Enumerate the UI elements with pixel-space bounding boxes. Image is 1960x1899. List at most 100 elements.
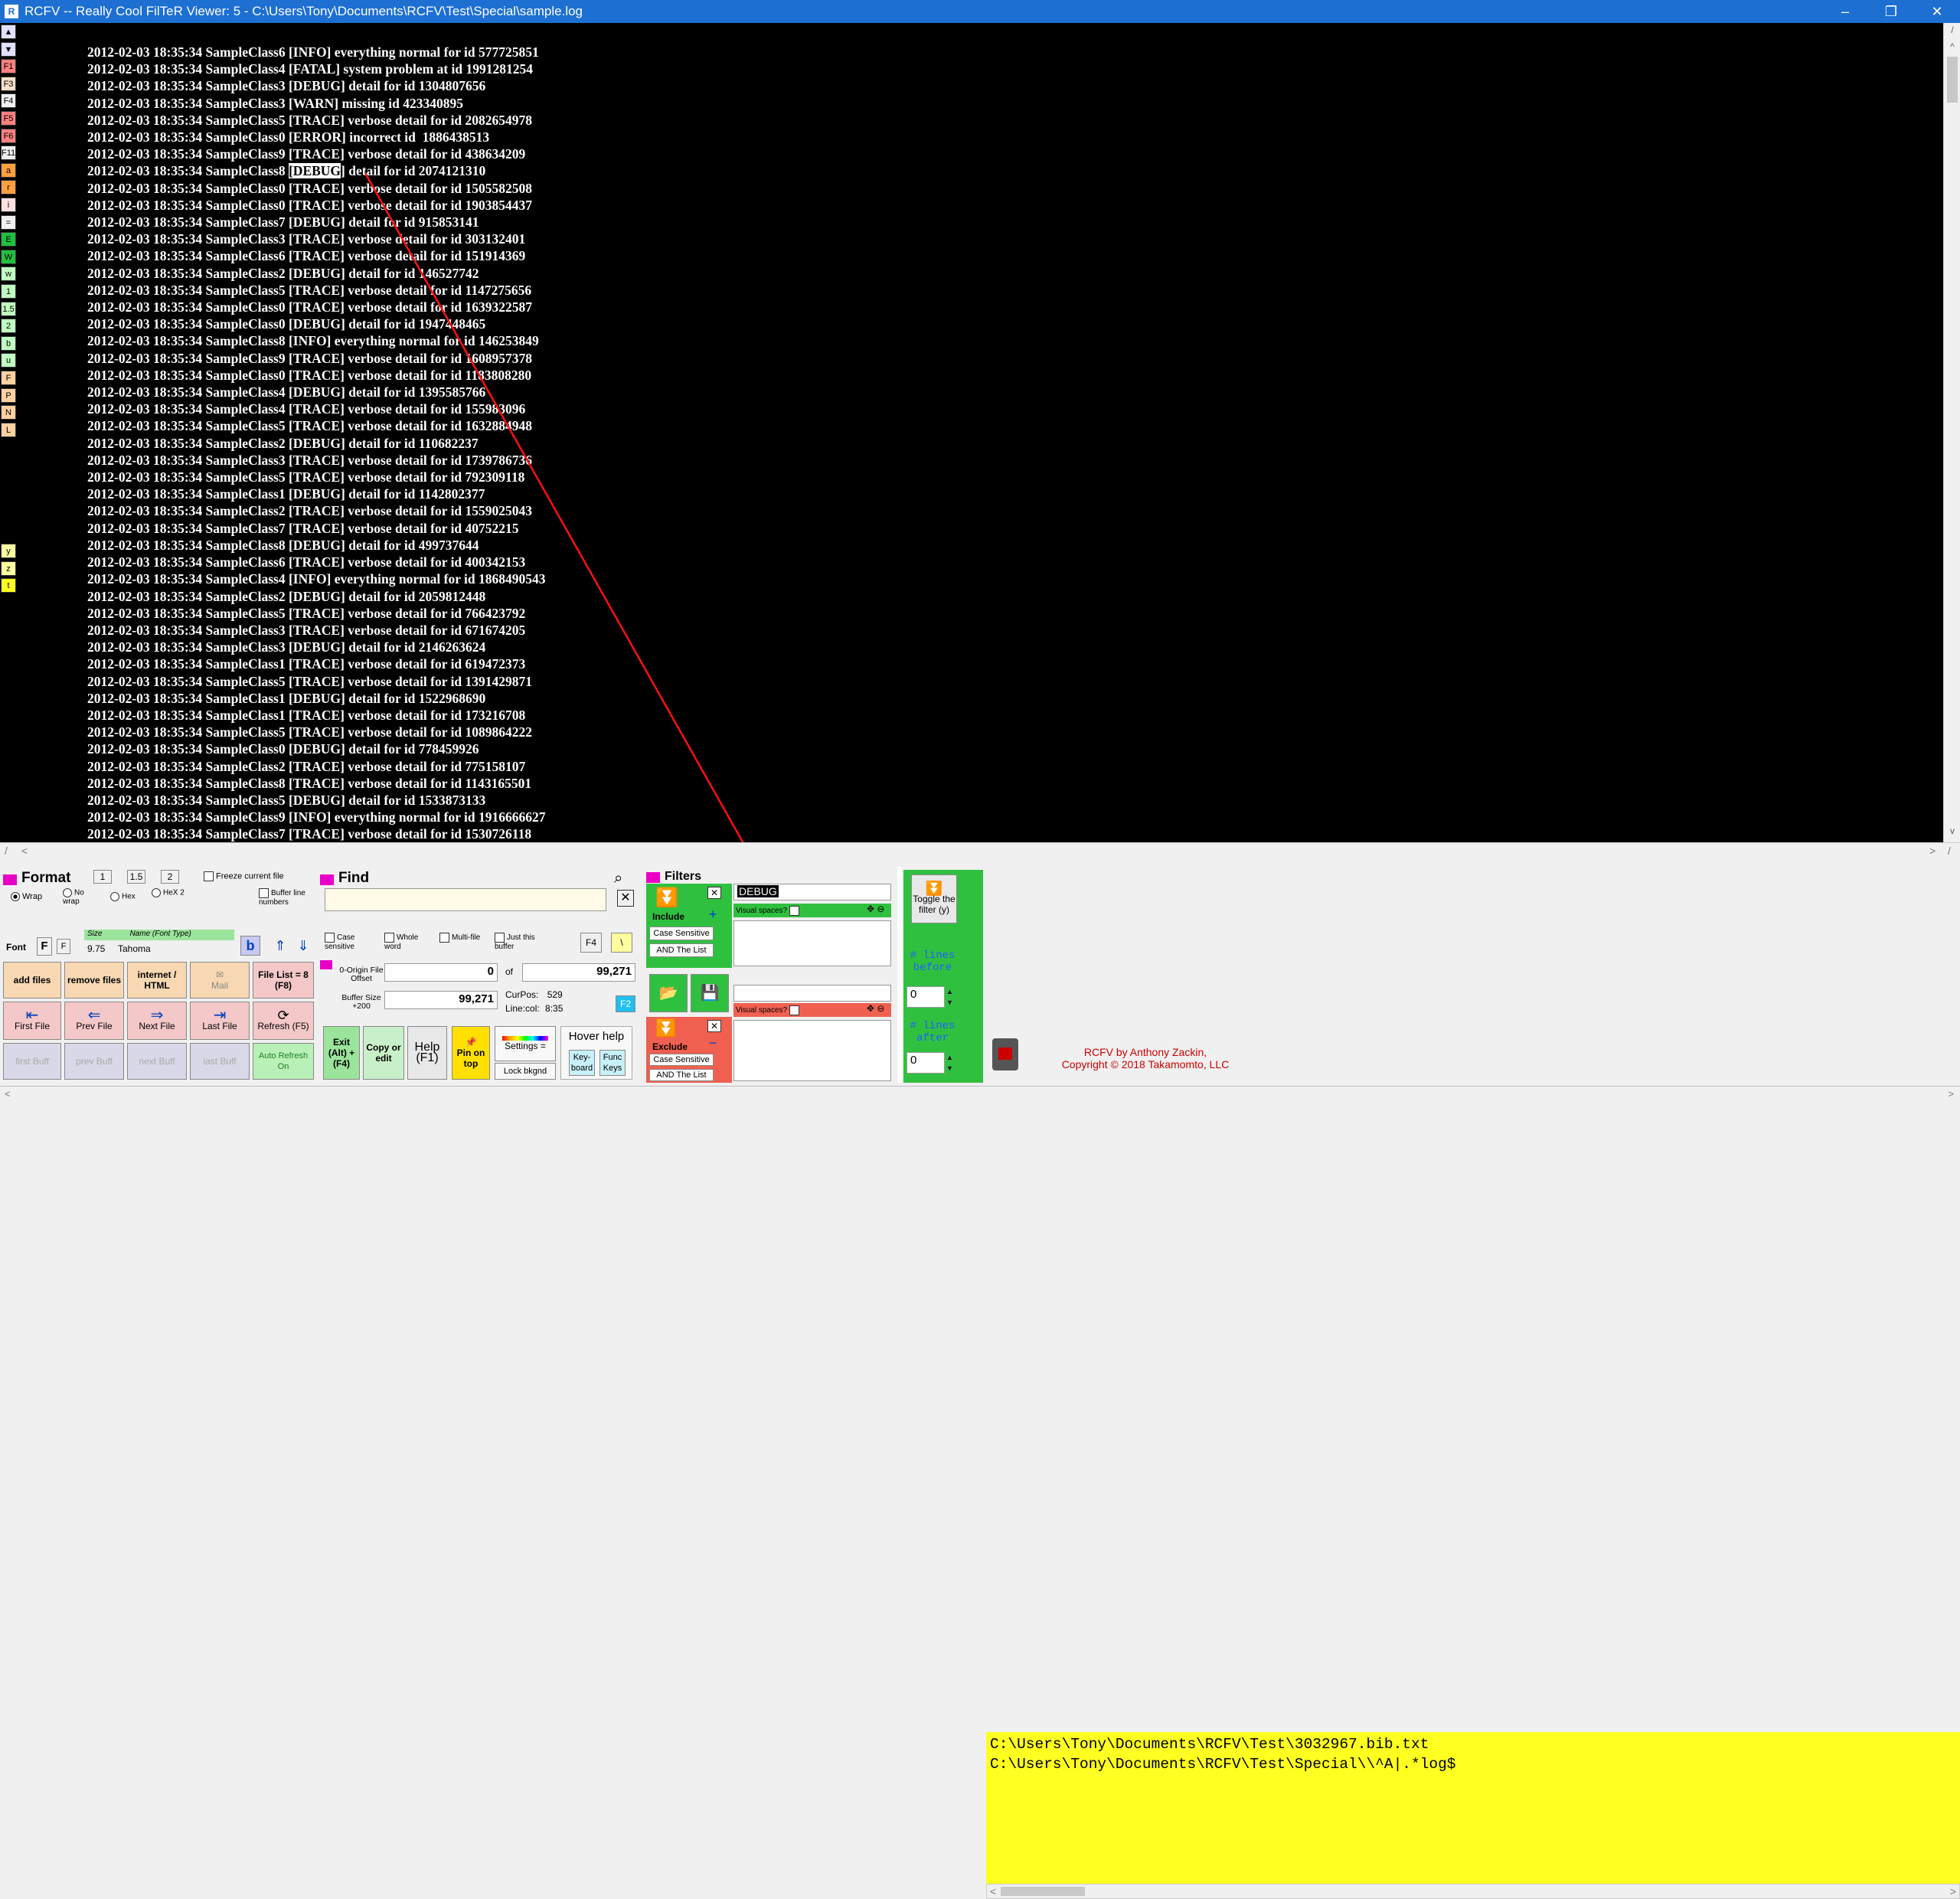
- freeze-option[interactable]: Freeze current file: [204, 871, 284, 881]
- case-sensitive-option[interactable]: Case sensitive: [325, 933, 371, 951]
- find-next-button[interactable]: \: [611, 933, 632, 953]
- file-list-button[interactable]: File List = 8 (F8): [253, 962, 314, 999]
- quick-key-23[interactable]: L: [1, 422, 16, 437]
- add-files-button[interactable]: add files: [3, 962, 61, 999]
- quick-key-15[interactable]: 1: [1, 284, 16, 299]
- save-filter-button[interactable]: 💾: [691, 974, 729, 1012]
- horizontal-scrollbar[interactable]: / < > /: [0, 842, 1960, 859]
- last-file-button[interactable]: ⇥ Last File: [190, 1002, 250, 1040]
- quick-key-18[interactable]: b: [1, 335, 16, 351]
- clear-find-icon[interactable]: ✕: [617, 890, 634, 907]
- quick-key-17[interactable]: 2: [1, 319, 16, 334]
- clear-include-icon[interactable]: ✕: [707, 887, 721, 899]
- toggle-filter-button[interactable]: ⏬ Toggle the filter (y): [911, 874, 957, 923]
- quick-key-21[interactable]: P: [1, 387, 16, 403]
- buffer-size-input[interactable]: 99,271: [384, 991, 498, 1009]
- scroll-bottom-icon[interactable]: ⇓: [294, 936, 312, 956]
- quick-key-7[interactable]: F11: [1, 145, 16, 161]
- wrap-option[interactable]: Wrap: [11, 892, 42, 902]
- quick-key-24[interactable]: y: [1, 544, 16, 558]
- bold-toggle-button[interactable]: b: [240, 936, 260, 956]
- first-file-button[interactable]: ⇤ First File: [3, 1002, 61, 1040]
- restore-button[interactable]: ❐: [1868, 4, 1914, 20]
- find-prev-button[interactable]: F4: [580, 933, 602, 953]
- exclude-filter-input[interactable]: [733, 985, 891, 1002]
- close-button[interactable]: ✕: [1914, 4, 1960, 20]
- scroll-left-icon[interactable]: <: [21, 845, 28, 857]
- buffer-line-numbers-option[interactable]: Buffer line numbers: [259, 888, 320, 907]
- vertical-scroll-thumb[interactable]: [1947, 57, 1958, 103]
- goto-offset-button[interactable]: F2: [616, 995, 635, 1012]
- scroll-right-icon[interactable]: >: [1929, 845, 1936, 857]
- clear-exclude-icon[interactable]: ✕: [707, 1020, 721, 1032]
- prev-file-button[interactable]: ⇐ Prev File: [64, 1002, 124, 1040]
- quick-key-12[interactable]: E: [1, 232, 16, 247]
- mail-button[interactable]: ✉ Mail: [190, 962, 250, 999]
- file-path-2[interactable]: C:\Users\Tony\Documents\RCFV\Test\Specia…: [990, 1754, 1956, 1774]
- internet-html-button[interactable]: internet / HTML: [127, 962, 187, 999]
- exclude-filter-list[interactable]: [733, 1020, 891, 1081]
- exclude-and-button[interactable]: AND The List: [649, 1069, 714, 1081]
- binoculars-icon[interactable]: ⌕: [614, 870, 622, 887]
- font-size-value[interactable]: 9.75: [87, 943, 105, 954]
- quick-key-22[interactable]: N: [1, 405, 16, 420]
- quick-key-11[interactable]: =: [1, 214, 16, 230]
- help-button[interactable]: Help (F1): [407, 1026, 447, 1080]
- auto-refresh-button[interactable]: Auto Refresh On: [253, 1043, 314, 1080]
- func-keys-help-button[interactable]: Func Keys: [599, 1050, 626, 1076]
- just-buffer-option[interactable]: Just this buffer: [495, 933, 556, 951]
- lines-after-input[interactable]: 0: [906, 1052, 945, 1074]
- include-and-button[interactable]: AND The List: [649, 943, 714, 957]
- quick-key-2[interactable]: F1: [1, 59, 16, 74]
- refresh-button[interactable]: ⟳ Refresh (F5): [253, 1002, 314, 1040]
- lines-before-spinner[interactable]: ▲ ▼: [946, 986, 953, 1008]
- font-smaller-button[interactable]: F: [57, 939, 70, 954]
- whole-word-option[interactable]: Whole word: [384, 933, 430, 951]
- quick-key-25[interactable]: z: [1, 561, 16, 576]
- quick-key-3[interactable]: F3: [1, 76, 16, 91]
- spacing-1-5-button[interactable]: 1.5: [127, 870, 145, 884]
- next-file-button[interactable]: ⇒ Next File: [127, 1002, 187, 1040]
- exit-button[interactable]: Exit (Alt) + (F4): [323, 1026, 360, 1080]
- include-filter-input[interactable]: DEBUG: [733, 884, 891, 900]
- quick-key-26[interactable]: t: [1, 578, 16, 593]
- last-buff-button[interactable]: last Buff: [190, 1043, 250, 1080]
- paths-hscrollbar[interactable]: < >: [986, 1884, 1960, 1899]
- include-filter-list[interactable]: [733, 920, 891, 966]
- font-bigger-button[interactable]: F: [37, 937, 52, 956]
- nowrap-option[interactable]: No wrap: [63, 888, 101, 906]
- lock-background-button[interactable]: Lock bkgnd: [495, 1063, 556, 1080]
- add-include-icon[interactable]: +: [709, 907, 717, 923]
- stop-icon[interactable]: [992, 1038, 1018, 1070]
- minimize-button[interactable]: –: [1822, 4, 1868, 20]
- include-move-icons[interactable]: ✥ ⊖: [816, 904, 890, 917]
- remove-exclude-icon[interactable]: −: [709, 1035, 717, 1051]
- quick-key-1[interactable]: ▼: [1, 41, 16, 57]
- quick-key-13[interactable]: W: [1, 249, 16, 264]
- lines-after-spinner[interactable]: ▲ ▼: [946, 1052, 953, 1074]
- quick-key-4[interactable]: F4: [1, 93, 16, 109]
- lines-before-input[interactable]: 0: [906, 986, 945, 1008]
- spacing-1-button[interactable]: 1: [93, 870, 112, 884]
- quick-key-14[interactable]: w: [1, 266, 16, 282]
- include-case-button[interactable]: Case Sensitive: [649, 927, 714, 940]
- hex2-option[interactable]: HeX 2: [152, 888, 190, 897]
- exclude-move-icons[interactable]: ✥ ⊖: [816, 1003, 890, 1017]
- quick-key-9[interactable]: r: [1, 180, 16, 195]
- quick-key-8[interactable]: a: [1, 162, 16, 178]
- settings-button[interactable]: Settings =: [495, 1026, 556, 1061]
- hex-option[interactable]: Hex: [110, 892, 136, 901]
- quick-key-19[interactable]: u: [1, 353, 16, 368]
- next-buff-button[interactable]: next Buff: [127, 1043, 187, 1080]
- prev-buff-button[interactable]: prev Buff: [64, 1043, 124, 1080]
- quick-key-5[interactable]: F5: [1, 111, 16, 126]
- scroll-up-icon[interactable]: ^: [1944, 41, 1960, 57]
- log-view[interactable]: 2012-02-03 18:35:34 SampleClass6 [INFO] …: [17, 23, 1943, 842]
- find-input[interactable]: [325, 888, 606, 911]
- file-path-1[interactable]: C:\Users\Tony\Documents\RCFV\Test\303296…: [990, 1734, 1956, 1754]
- quick-key-0[interactable]: ▲: [1, 25, 16, 39]
- quick-key-20[interactable]: F: [1, 371, 16, 385]
- scroll-top-icon[interactable]: ⇑: [271, 936, 289, 956]
- exclude-case-button[interactable]: Case Sensitive: [649, 1054, 714, 1066]
- offset-input[interactable]: 0: [384, 963, 498, 982]
